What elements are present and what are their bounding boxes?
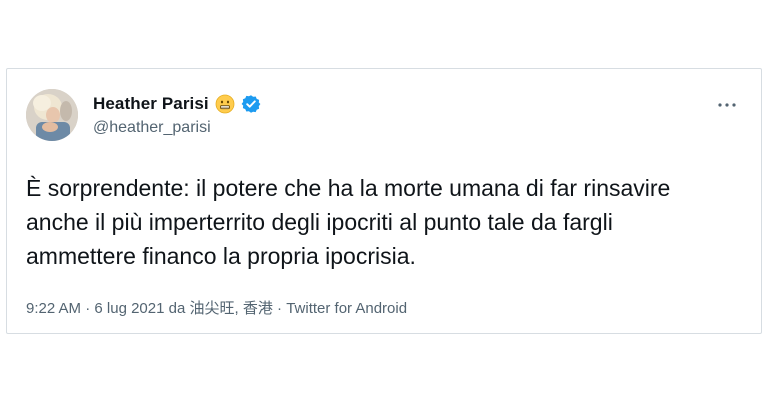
more-options-icon[interactable] [715, 93, 739, 117]
tweet-card[interactable]: Heather Parisi @heather_parisi È sorpren… [6, 68, 762, 334]
avatar[interactable] [26, 89, 78, 141]
meta-separator: · [81, 300, 95, 317]
display-name[interactable]: Heather Parisi [93, 94, 209, 114]
verified-badge-icon [241, 94, 261, 114]
tweet-date[interactable]: 6 lug 2021 [94, 300, 164, 317]
location-prefix: da [164, 300, 190, 317]
meta-separator: · [272, 300, 287, 317]
tweet-text: È sorprendente: il potere che ha la mort… [26, 175, 671, 269]
tweet-time[interactable]: 9:22 AM [26, 300, 81, 317]
grimacing-face-emoji-icon [215, 94, 235, 114]
tweet-source[interactable]: Twitter for Android [286, 300, 407, 317]
tweet-meta: 9:22 AM · 6 lug 2021 da 油尖旺, 香港 · Twitte… [26, 297, 407, 318]
author-name-row: Heather Parisi [93, 93, 261, 115]
tweet-location[interactable]: 油尖旺, 香港 [190, 300, 273, 317]
author-handle[interactable]: @heather_parisi [93, 119, 211, 137]
